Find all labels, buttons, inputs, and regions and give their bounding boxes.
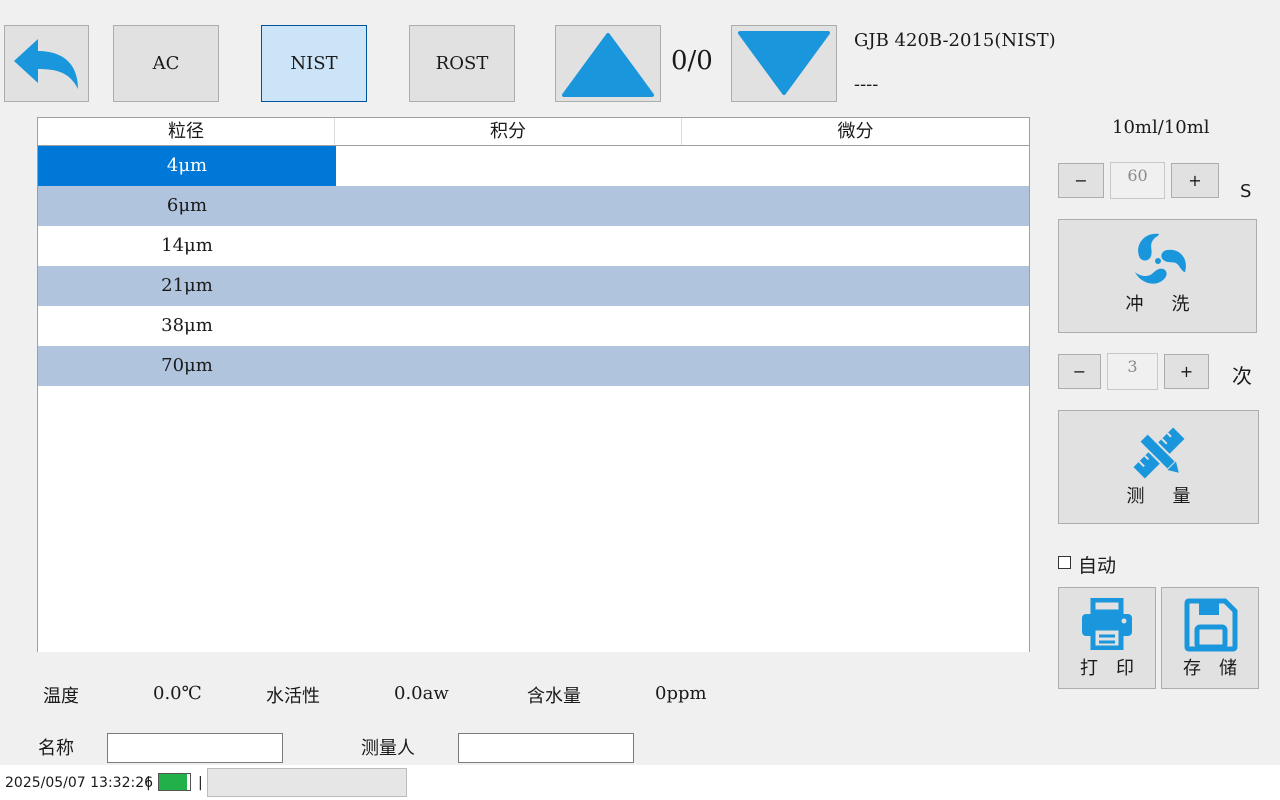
differential-cell[interactable]	[683, 226, 1029, 266]
table-row[interactable]: 38μm	[38, 306, 1029, 346]
standard-subtitle: ----	[854, 74, 879, 95]
temperature-value: 0.0℃	[153, 683, 202, 704]
table-row[interactable]: 4μm	[38, 146, 1029, 186]
save-label: 存储	[1183, 658, 1255, 679]
table-body: 4μm 6μm 14μm 21μm 38μm 70μm	[38, 146, 1029, 386]
differential-cell[interactable]	[683, 346, 1029, 386]
standard-title: GJB 420B-2015(NIST)	[854, 30, 1056, 51]
table-row[interactable]: 6μm	[38, 186, 1029, 226]
time-decrease-button[interactable]: −	[1058, 163, 1104, 198]
integral-cell[interactable]	[336, 266, 683, 306]
size-cell[interactable]: 4μm	[38, 146, 336, 186]
flush-label: 冲洗	[1125, 294, 1218, 315]
status-separator: |	[198, 775, 203, 791]
count-increase-button[interactable]: +	[1164, 354, 1209, 389]
integral-cell[interactable]	[336, 306, 683, 346]
integral-cell[interactable]	[336, 226, 683, 266]
name-field[interactable]	[107, 733, 283, 763]
size-cell[interactable]: 21μm	[38, 266, 336, 306]
rost-button[interactable]: ROST	[409, 25, 515, 102]
swirl-icon	[1135, 233, 1186, 284]
page-down-button[interactable]	[731, 25, 837, 102]
progress-bar	[207, 768, 407, 797]
count-value[interactable]: 3	[1107, 353, 1158, 390]
back-arrow-icon	[13, 38, 78, 89]
auto-checkbox[interactable]	[1058, 556, 1071, 569]
measure-label: 测量	[1126, 486, 1219, 507]
measure-button[interactable]: 测量	[1058, 410, 1259, 524]
table-row[interactable]: 21μm	[38, 266, 1029, 306]
time-increase-button[interactable]: +	[1171, 163, 1219, 198]
water-content-value: 0ppm	[655, 683, 707, 704]
battery-level	[159, 774, 187, 790]
printer-icon	[1082, 598, 1132, 650]
volume-label: 10ml/10ml	[1112, 117, 1210, 138]
ruler-pencil-icon	[1133, 427, 1185, 479]
floppy-disk-icon	[1184, 598, 1238, 652]
operator-field[interactable]	[458, 733, 634, 763]
size-cell[interactable]: 38μm	[38, 306, 336, 346]
table-row[interactable]: 70μm	[38, 346, 1029, 386]
water-activity-value: 0.0aw	[394, 683, 449, 704]
page-counter: 0/0	[671, 46, 713, 76]
triangle-up-icon	[562, 32, 654, 97]
print-button[interactable]: 打印	[1058, 587, 1156, 689]
name-label: 名称	[38, 738, 74, 759]
page-up-button[interactable]	[555, 25, 661, 102]
differential-cell[interactable]	[683, 146, 1029, 186]
integral-cell[interactable]	[336, 146, 683, 186]
print-label: 打印	[1080, 658, 1152, 679]
time-value[interactable]: 60	[1110, 162, 1165, 199]
differential-cell[interactable]	[683, 186, 1029, 226]
column-header-differential[interactable]: 微分	[682, 118, 1029, 145]
operator-label: 测量人	[361, 738, 415, 759]
count-decrease-button[interactable]: −	[1058, 354, 1101, 389]
status-bar: 2025/05/07 13:32:26 | |	[0, 765, 1280, 800]
particle-table[interactable]: 粒径 积分 微分 4μm 6μm 14μm 21μm 38μm 70μm	[37, 117, 1030, 652]
count-unit-label: 次	[1232, 364, 1252, 388]
table-header: 粒径 积分 微分	[38, 118, 1029, 146]
column-header-integral[interactable]: 积分	[335, 118, 682, 145]
temperature-label: 温度	[43, 686, 79, 707]
differential-cell[interactable]	[683, 306, 1029, 346]
integral-cell[interactable]	[336, 346, 683, 386]
triangle-down-icon	[738, 30, 830, 95]
time-unit-label: S	[1240, 181, 1252, 202]
status-separator: |	[146, 775, 151, 791]
size-cell[interactable]: 70μm	[38, 346, 336, 386]
differential-cell[interactable]	[683, 266, 1029, 306]
water-activity-label: 水活性	[266, 686, 320, 707]
auto-label: 自动	[1078, 555, 1117, 577]
size-cell[interactable]: 6μm	[38, 186, 336, 226]
save-button[interactable]: 存储	[1161, 587, 1259, 689]
ac-button[interactable]: AC	[113, 25, 219, 102]
table-row[interactable]: 14μm	[38, 226, 1029, 266]
water-content-label: 含水量	[527, 686, 581, 707]
datetime-text: 2025/05/07 13:32:26	[5, 775, 154, 791]
column-header-size[interactable]: 粒径	[38, 118, 335, 145]
flush-button[interactable]: 冲洗	[1058, 219, 1257, 333]
battery-icon	[158, 773, 191, 791]
integral-cell[interactable]	[336, 186, 683, 226]
nist-button[interactable]: NIST	[261, 25, 367, 102]
size-cell[interactable]: 14μm	[38, 226, 336, 266]
back-button[interactable]	[4, 25, 89, 102]
